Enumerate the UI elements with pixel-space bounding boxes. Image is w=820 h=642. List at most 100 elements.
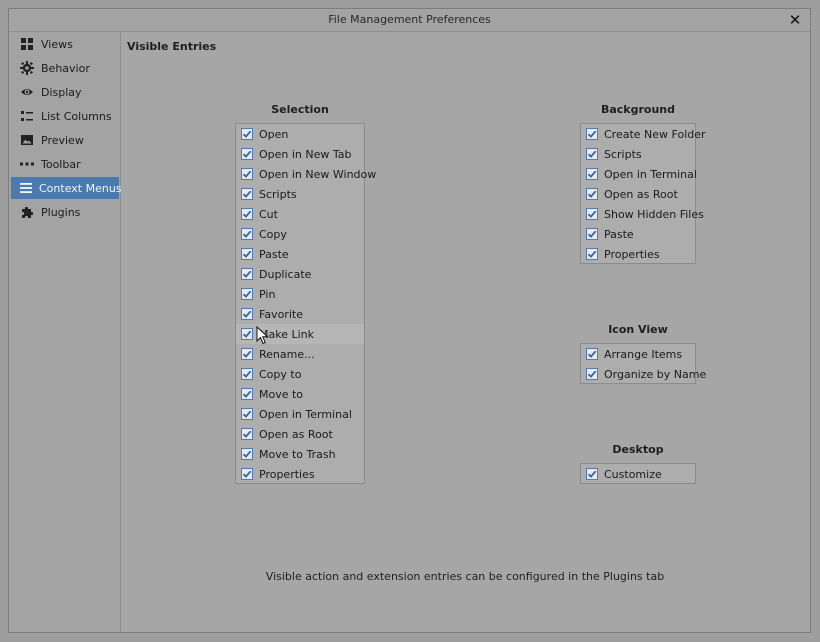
checkbox-item[interactable]: Rename...: [236, 344, 364, 364]
icon-view-list: Arrange Items Organize by Name: [580, 343, 706, 384]
sidebar-item-label: Context Menus: [39, 181, 122, 195]
checkbox-label: Open as Root: [604, 187, 678, 201]
checkbox[interactable]: [241, 408, 253, 420]
sidebar-item-behavior[interactable]: Behavior: [11, 57, 119, 79]
checkbox[interactable]: [241, 468, 253, 480]
sidebar-item-preview[interactable]: Preview: [11, 129, 119, 151]
checkbox[interactable]: [241, 428, 253, 440]
checkbox[interactable]: [586, 368, 598, 380]
checkbox-item[interactable]: Open in Terminal: [581, 164, 697, 184]
checkbox[interactable]: [241, 208, 253, 220]
sidebar-item-plugins[interactable]: Plugins: [11, 201, 119, 223]
checkbox[interactable]: [241, 328, 253, 340]
checkbox-item[interactable]: Scripts: [581, 144, 695, 164]
checkbox[interactable]: [586, 168, 598, 180]
checkbox-item[interactable]: Open as Root: [581, 184, 695, 204]
sidebar-item-context-menus[interactable]: Context Menus: [11, 177, 122, 199]
sidebar-item-display[interactable]: Display: [11, 81, 119, 103]
checkbox[interactable]: [586, 128, 598, 140]
checkbox-item[interactable]: Move to: [236, 384, 364, 404]
image-icon: [19, 132, 35, 148]
mouse-pointer-icon: [256, 326, 269, 345]
close-button[interactable]: ✕: [786, 11, 804, 29]
sidebar-item-list-columns[interactable]: List Columns: [11, 105, 119, 127]
title-bar: File Management Preferences ✕: [9, 9, 810, 32]
section-title: Visible Entries: [127, 40, 217, 53]
sidebar-item-views[interactable]: Views: [11, 33, 119, 55]
checkbox[interactable]: [241, 248, 253, 260]
checkbox-label: Rename...: [259, 347, 315, 361]
checkbox-label: Copy: [259, 227, 287, 241]
checkbox[interactable]: [241, 148, 253, 160]
checkbox-item[interactable]: Copy: [236, 224, 364, 244]
selection-list: Open Open in New Tab Open in New Window …: [235, 123, 376, 484]
checkbox-label: Cut: [259, 207, 278, 221]
checkbox-item[interactable]: Paste: [581, 224, 695, 244]
checkbox-label: Properties: [604, 247, 660, 261]
sidebar-item-label: Display: [41, 85, 82, 99]
checkbox-label: Copy to: [259, 367, 302, 381]
sidebar-item-label: Preview: [41, 133, 84, 147]
checkbox[interactable]: [241, 288, 253, 300]
checkbox-label: Create New Folder: [604, 127, 706, 141]
checkbox-item[interactable]: Properties: [236, 464, 364, 484]
checkbox-item[interactable]: Open: [236, 124, 364, 144]
checkbox-item[interactable]: Organize by Name: [581, 364, 706, 384]
checkbox-item[interactable]: Duplicate: [236, 264, 364, 284]
sidebar-item-label: Behavior: [41, 61, 90, 75]
checkbox-item[interactable]: Open in Terminal: [236, 404, 364, 424]
checkbox[interactable]: [586, 468, 598, 480]
checkbox[interactable]: [241, 308, 253, 320]
checkbox[interactable]: [241, 268, 253, 280]
checkbox[interactable]: [241, 388, 253, 400]
checkbox-item[interactable]: Arrange Items: [581, 344, 695, 364]
checkbox-item[interactable]: Move to Trash: [236, 444, 364, 464]
checkbox-item[interactable]: Open in New Window: [236, 164, 376, 184]
close-icon: ✕: [788, 11, 802, 29]
checkbox[interactable]: [586, 188, 598, 200]
checkbox[interactable]: [241, 448, 253, 460]
sidebar-item-label: Views: [41, 37, 73, 51]
checkbox-label: Move to: [259, 387, 304, 401]
checkbox-label: Open in Terminal: [604, 167, 697, 181]
checkbox-label: Scripts: [259, 187, 297, 201]
checkbox-item[interactable]: Cut: [236, 204, 364, 224]
checkbox[interactable]: [586, 248, 598, 260]
checkbox[interactable]: [586, 208, 598, 220]
eye-icon: [19, 84, 35, 100]
checkbox[interactable]: [241, 228, 253, 240]
checkbox[interactable]: [241, 348, 253, 360]
background-list: Create New Folder Scripts Open in Termin…: [580, 123, 706, 264]
checkbox[interactable]: [241, 188, 253, 200]
checkbox-label: Paste: [604, 227, 634, 241]
dots-icon: [19, 156, 35, 172]
checkbox[interactable]: [241, 168, 253, 180]
checkbox-item[interactable]: Show Hidden Files: [581, 204, 704, 224]
checkbox-item[interactable]: Create New Folder: [581, 124, 706, 144]
checkbox[interactable]: [586, 348, 598, 360]
sidebar-item-label: Plugins: [41, 205, 81, 219]
sidebar: Views Behavior Display List Columns Prev…: [9, 32, 122, 632]
checkbox-label: Show Hidden Files: [604, 207, 704, 221]
checkbox[interactable]: [586, 148, 598, 160]
checkbox[interactable]: [241, 128, 253, 140]
checkbox-item[interactable]: Copy to: [236, 364, 364, 384]
checkbox-item[interactable]: Open as Root: [236, 424, 364, 444]
checkbox-label: Arrange Items: [604, 347, 683, 361]
sidebar-item-toolbar[interactable]: Toolbar: [11, 153, 119, 175]
checkbox-item[interactable]: Customize: [581, 464, 695, 484]
checkbox-label: Open: [259, 127, 289, 141]
checkbox-item[interactable]: Paste: [236, 244, 364, 264]
checkbox-item[interactable]: Scripts: [236, 184, 364, 204]
checkbox[interactable]: [241, 368, 253, 380]
checkbox[interactable]: [586, 228, 598, 240]
checkbox-label: Open in New Window: [259, 167, 377, 181]
checkbox-item[interactable]: Pin: [236, 284, 364, 304]
checkbox-label: Pin: [259, 287, 276, 301]
checkbox-label: Open in Terminal: [259, 407, 352, 421]
sidebar-item-label: Toolbar: [41, 157, 81, 171]
checkbox-item[interactable]: Properties: [581, 244, 695, 264]
checkbox-item[interactable]: Favorite: [236, 304, 364, 324]
checkbox-label: Scripts: [604, 147, 642, 161]
checkbox-item[interactable]: Open in New Tab: [236, 144, 364, 164]
